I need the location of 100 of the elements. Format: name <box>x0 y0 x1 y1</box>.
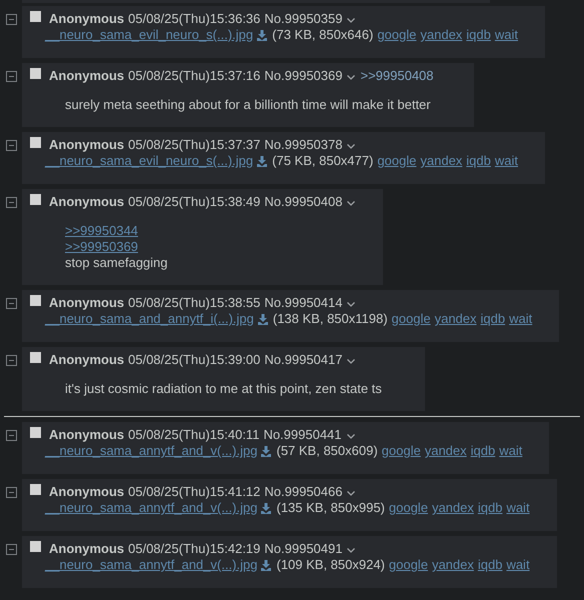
poster-name: Anonymous <box>49 484 124 500</box>
file-info: (138 KB, 850x1198) <box>272 311 388 327</box>
post-number[interactable]: No.99950417 <box>264 352 342 368</box>
chevron-down-icon[interactable] <box>346 356 356 366</box>
post-checkbox[interactable] <box>30 427 41 438</box>
post-checkbox[interactable] <box>30 484 41 495</box>
backlink[interactable]: >>99950408 <box>360 68 434 84</box>
post-number[interactable]: No.99950491 <box>264 541 342 557</box>
collapse-icon[interactable] <box>6 197 17 208</box>
message-text: stop samefagging <box>65 255 169 271</box>
search-link[interactable]: wait <box>506 557 530 573</box>
search-link[interactable]: wait <box>494 153 518 169</box>
collapse-icon[interactable] <box>6 544 17 555</box>
search-link[interactable]: google <box>382 443 421 459</box>
download-icon[interactable] <box>260 445 272 457</box>
post-number[interactable]: No.99950378 <box>264 137 342 153</box>
quote-link[interactable]: >>99950369 <box>65 239 138 255</box>
search-link[interactable]: google <box>388 500 428 516</box>
search-link[interactable]: iqdb <box>478 557 502 573</box>
collapse-icon[interactable] <box>6 430 17 441</box>
file-link[interactable]: __neuro_sama_annytf_and_v(...).jpg <box>45 500 258 516</box>
post-date: 05/08/25(Thu)15:37:16 <box>128 68 260 84</box>
poster-name: Anonymous <box>49 137 124 153</box>
post-checkbox[interactable] <box>30 137 41 148</box>
post-date: 05/08/25(Thu)15:42:19 <box>128 541 260 557</box>
post-date: 05/08/25(Thu)15:38:55 <box>128 295 260 311</box>
search-link[interactable]: iqdb <box>466 153 491 169</box>
file-link[interactable]: __neuro_sama_and_annytf_i(...).jpg <box>45 311 254 327</box>
post-number[interactable]: No.99950408 <box>264 194 342 210</box>
post-number[interactable]: No.99950359 <box>264 11 342 27</box>
quote-link[interactable]: >>99950344 <box>65 223 138 239</box>
post-checkbox[interactable] <box>30 352 41 363</box>
poster-name: Anonymous <box>49 352 124 368</box>
search-link[interactable]: iqdb <box>466 27 491 43</box>
file-link[interactable]: __neuro_sama_annytf_and_v(...).jpg <box>45 443 258 459</box>
collapse-icon[interactable] <box>6 298 17 309</box>
search-link[interactable]: yandex <box>432 557 474 573</box>
post-checkbox[interactable] <box>30 194 41 205</box>
search-link[interactable]: google <box>377 153 416 169</box>
search-link[interactable]: yandex <box>420 153 462 169</box>
poster-name: Anonymous <box>49 11 124 27</box>
post-checkbox[interactable] <box>30 11 41 22</box>
chevron-down-icon[interactable] <box>346 488 356 498</box>
post-number[interactable]: No.99950369 <box>264 68 342 84</box>
chevron-down-icon[interactable] <box>346 72 356 82</box>
search-link[interactable]: wait <box>506 500 530 516</box>
search-link[interactable]: google <box>388 557 428 573</box>
chevron-down-icon[interactable] <box>346 299 356 309</box>
download-icon[interactable] <box>260 502 272 514</box>
file-info: (109 KB, 850x924) <box>276 557 385 573</box>
chevron-down-icon[interactable] <box>346 431 356 441</box>
poster-name: Anonymous <box>49 68 124 84</box>
download-icon[interactable] <box>256 29 268 41</box>
chevron-down-icon[interactable] <box>346 141 356 151</box>
search-link[interactable]: wait <box>494 27 518 43</box>
search-link[interactable]: iqdb <box>480 311 506 327</box>
post-checkbox[interactable] <box>30 68 41 79</box>
search-link[interactable]: yandex <box>420 27 462 43</box>
poster-name: Anonymous <box>49 194 124 210</box>
download-icon[interactable] <box>260 559 272 571</box>
chevron-down-icon[interactable] <box>346 545 356 555</box>
post-date: 05/08/25(Thu)15:36:36 <box>128 11 260 27</box>
collapse-icon[interactable] <box>6 140 17 151</box>
file-link[interactable]: __neuro_sama_annytf_and_v(...).jpg <box>45 557 258 573</box>
post-date: 05/08/25(Thu)15:37:37 <box>128 137 260 153</box>
chevron-down-icon[interactable] <box>346 15 356 25</box>
search-link[interactable]: google <box>377 27 416 43</box>
post-date: 05/08/25(Thu)15:38:49 <box>128 194 260 210</box>
collapse-icon[interactable] <box>6 71 17 82</box>
post-number[interactable]: No.99950441 <box>263 427 342 443</box>
post-checkbox[interactable] <box>30 295 41 306</box>
post-number[interactable]: No.99950414 <box>264 295 342 311</box>
search-link[interactable]: iqdb <box>470 443 496 459</box>
file-link[interactable]: __neuro_sama_evil_neuro_s(...).jpg <box>45 27 254 43</box>
post-date: 05/08/25(Thu)15:39:00 <box>128 352 260 368</box>
collapse-icon[interactable] <box>6 487 17 498</box>
message-text: surely meta seething about for a billionth time will make it better <box>65 97 431 113</box>
search-link[interactable]: wait <box>499 443 522 459</box>
file-info: (73 KB, 850x646) <box>272 27 374 43</box>
file-info: (75 KB, 850x477) <box>272 153 374 169</box>
file-info: (135 KB, 850x995) <box>276 500 385 516</box>
collapse-icon[interactable] <box>6 355 17 366</box>
post-checkbox[interactable] <box>30 541 41 552</box>
post-date: 05/08/25(Thu)15:40:11 <box>128 427 260 443</box>
search-link[interactable]: yandex <box>434 311 477 327</box>
search-link[interactable]: yandex <box>432 500 474 516</box>
collapse-icon[interactable] <box>6 14 17 25</box>
search-link[interactable]: yandex <box>424 443 467 459</box>
search-link[interactable]: iqdb <box>478 500 502 516</box>
post-date: 05/08/25(Thu)15:41:12 <box>128 484 260 500</box>
search-link[interactable]: wait <box>509 311 532 327</box>
download-icon[interactable] <box>256 313 269 325</box>
post-number[interactable]: No.99950466 <box>264 484 342 500</box>
poster-name: Anonymous <box>49 427 124 443</box>
poster-name: Anonymous <box>49 541 124 557</box>
chevron-down-icon[interactable] <box>346 198 356 208</box>
file-link[interactable]: __neuro_sama_evil_neuro_s(...).jpg <box>45 153 254 169</box>
file-info: (57 KB, 850x609) <box>276 443 378 459</box>
download-icon[interactable] <box>256 155 268 167</box>
search-link[interactable]: google <box>392 311 431 327</box>
